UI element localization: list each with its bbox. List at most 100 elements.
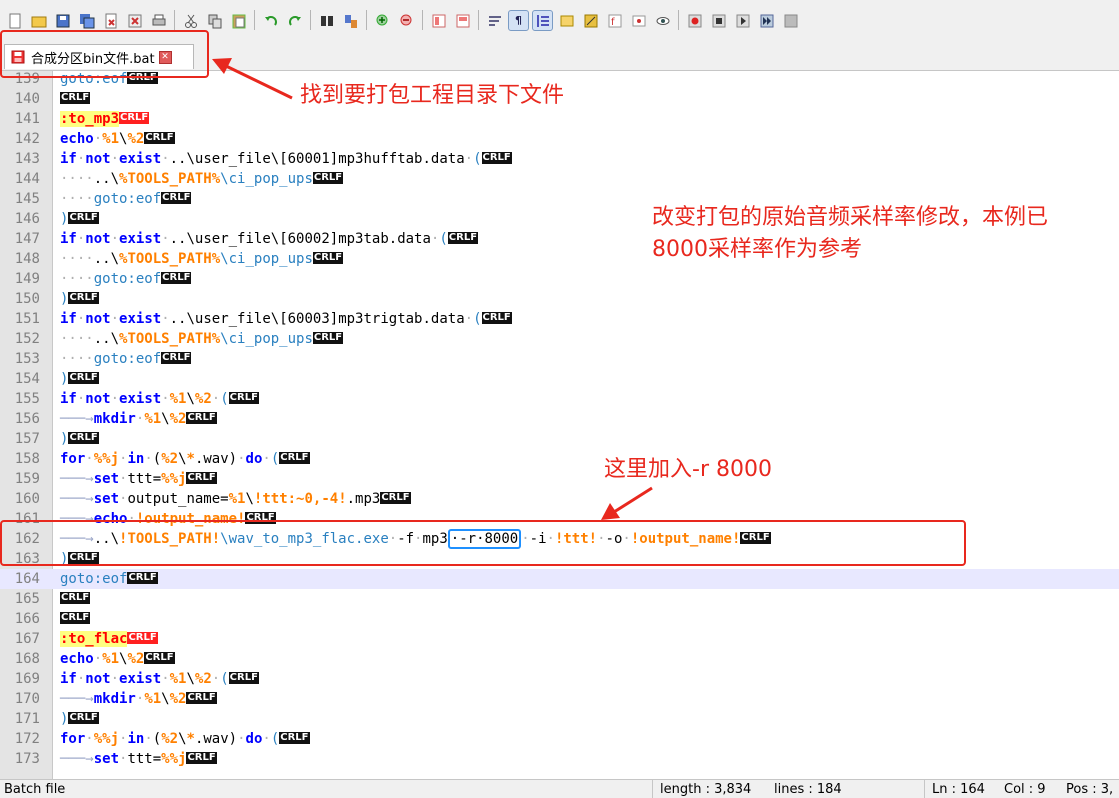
line-number: 172: [14, 731, 40, 747]
close-file-icon[interactable]: [100, 10, 121, 31]
code-line[interactable]: 166 CRLF: [0, 609, 1119, 629]
code-line[interactable]: 143 if·not·exist·..\user_file\[60001]mp3h…: [0, 149, 1119, 169]
code-line[interactable]: 154)CRLF: [0, 369, 1119, 389]
crlf-marker: CRLF: [186, 752, 217, 764]
code-line[interactable]: 151 if·not·exist·..\user_file\[60003]mp3t…: [0, 309, 1119, 329]
function-list-icon[interactable]: f: [604, 10, 625, 31]
new-file-icon[interactable]: [4, 10, 25, 31]
code-line[interactable]: 149 ····goto:eofCRLF: [0, 269, 1119, 289]
code-token: ·: [211, 391, 221, 407]
code-editor[interactable]: 139 goto:eofCRLF 140 CRLF 141:to_mp3CRLF 142 e…: [0, 71, 1119, 779]
code-text: )CRLF: [60, 429, 99, 449]
code-line[interactable]: 150)CRLF: [0, 289, 1119, 309]
code-line[interactable]: 157)CRLF: [0, 429, 1119, 449]
code-line[interactable]: 156 ───→mkdir·%1\%2CRLF: [0, 409, 1119, 429]
undo-icon[interactable]: [260, 10, 281, 31]
folder-as-workspace-icon[interactable]: [628, 10, 649, 31]
crlf-marker: CRLF: [68, 292, 99, 304]
line-number: 171: [14, 711, 40, 727]
crlf-marker: CRLF: [119, 112, 150, 124]
crlf-marker: CRLF: [481, 312, 512, 324]
run-macro-multiple-icon[interactable]: [756, 10, 777, 31]
code-token: ·: [93, 651, 103, 667]
code-line[interactable]: 171)CRLF: [0, 709, 1119, 729]
code-token: ·: [161, 391, 170, 407]
code-line[interactable]: 153 ····goto:eofCRLF: [0, 349, 1119, 369]
code-text: CRLF: [60, 589, 91, 609]
code-token: ..\user_file\[60002]mp3tab.data: [169, 231, 431, 247]
code-line[interactable]: 169 if·not·exist·%1\%2·(CRLF: [0, 669, 1119, 689]
stop-macro-icon[interactable]: [708, 10, 729, 31]
code-line[interactable]: 168 echo·%1\%2CRLF: [0, 649, 1119, 669]
code-token: %2: [127, 131, 145, 147]
line-number: 145: [14, 191, 40, 207]
toolbar-separator: [478, 10, 479, 30]
code-text: echo·%1\%2CRLF: [60, 649, 175, 669]
crlf-marker: CRLF: [161, 352, 192, 364]
code-token: \: [178, 451, 187, 467]
open-file-icon[interactable]: [28, 10, 49, 31]
code-token: exist: [119, 151, 162, 167]
find-icon[interactable]: [316, 10, 337, 31]
code-token: ·: [85, 451, 94, 467]
cut-icon[interactable]: [180, 10, 201, 31]
record-macro-icon[interactable]: [684, 10, 705, 31]
code-line[interactable]: 148 ····..\%TOOLS_PATH%\ci_pop_upsCRLF: [0, 249, 1119, 269]
save-macro-icon[interactable]: [780, 10, 801, 31]
code-line[interactable]: 141:to_mp3CRLF: [0, 109, 1119, 129]
word-wrap-icon[interactable]: [484, 10, 505, 31]
indent-guide-icon[interactable]: [532, 10, 553, 31]
code-line[interactable]: 165 CRLF: [0, 589, 1119, 609]
line-number: 144: [14, 171, 40, 187]
sync-horizontal-icon[interactable]: [452, 10, 473, 31]
save-icon[interactable]: [52, 10, 73, 31]
crlf-marker: CRLF: [447, 232, 479, 244]
monitoring-eye-icon[interactable]: [652, 10, 673, 31]
save-all-icon[interactable]: [76, 10, 97, 31]
code-token: (: [152, 731, 162, 747]
zoom-out-icon[interactable]: [396, 10, 417, 31]
code-token: ····: [60, 331, 94, 347]
code-token: .mp3: [346, 491, 381, 507]
line-number: 159: [14, 471, 40, 487]
crlf-marker: CRLF: [68, 372, 99, 384]
status-file-type: Batch file: [4, 782, 66, 797]
code-line[interactable]: 160 ───→set·output_name=%1\!ttt:~0,-4!.mp…: [0, 489, 1119, 509]
code-line[interactable]: 152 ····..\%TOOLS_PATH%\ci_pop_upsCRLF: [0, 329, 1119, 349]
paste-icon[interactable]: [228, 10, 249, 31]
code-line[interactable]: 159 ───→set·ttt=%%jCRLF: [0, 469, 1119, 489]
show-all-characters-icon[interactable]: ¶: [508, 10, 529, 31]
close-all-icon[interactable]: [124, 10, 145, 31]
code-line[interactable]: 172 for·%%j·in·(%2\*.wav)·do·(CRLF: [0, 729, 1119, 749]
document-map-icon[interactable]: [580, 10, 601, 31]
define-language-icon[interactable]: [556, 10, 577, 31]
code-token: %TOOLS_PATH%: [119, 331, 221, 347]
code-line[interactable]: 173 ───→set·ttt=%%jCRLF: [0, 749, 1119, 769]
redo-icon[interactable]: [284, 10, 305, 31]
code-line[interactable]: 170 ───→mkdir·%1\%2CRLF: [0, 689, 1119, 709]
code-token: %%j: [161, 751, 187, 767]
crlf-marker: CRLF: [481, 152, 512, 164]
code-text: CRLF: [60, 609, 91, 629]
code-token: %2: [169, 411, 187, 427]
print-icon[interactable]: [148, 10, 169, 31]
crlf-marker: CRLF: [60, 592, 91, 604]
copy-icon[interactable]: [204, 10, 225, 31]
line-number: 164: [14, 571, 40, 587]
code-line[interactable]: 155 if·not·exist·%1\%2·(CRLF: [0, 389, 1119, 409]
code-text: ───→set·ttt=%%jCRLF: [60, 469, 217, 489]
code-line[interactable]: 144 ····..\%TOOLS_PATH%\ci_pop_upsCRLF: [0, 169, 1119, 189]
code-line[interactable]: 142 echo·%1\%2CRLF: [0, 129, 1119, 149]
code-line[interactable]: 167:to_flacCRLF: [0, 629, 1119, 649]
sync-vertical-icon[interactable]: [428, 10, 449, 31]
code-token: (: [220, 671, 229, 687]
code-line[interactable]: 158 for·%%j·in·(%2\*.wav)·do·(CRLF: [0, 449, 1119, 469]
code-token: %1: [102, 131, 120, 147]
code-token: %2: [161, 451, 179, 467]
code-line[interactable]: 164 goto:eofCRLF: [0, 569, 1119, 589]
crlf-marker: CRLF: [161, 192, 192, 204]
code-token: ····: [60, 271, 94, 287]
zoom-in-icon[interactable]: [372, 10, 393, 31]
play-macro-icon[interactable]: [732, 10, 753, 31]
replace-icon[interactable]: [340, 10, 361, 31]
